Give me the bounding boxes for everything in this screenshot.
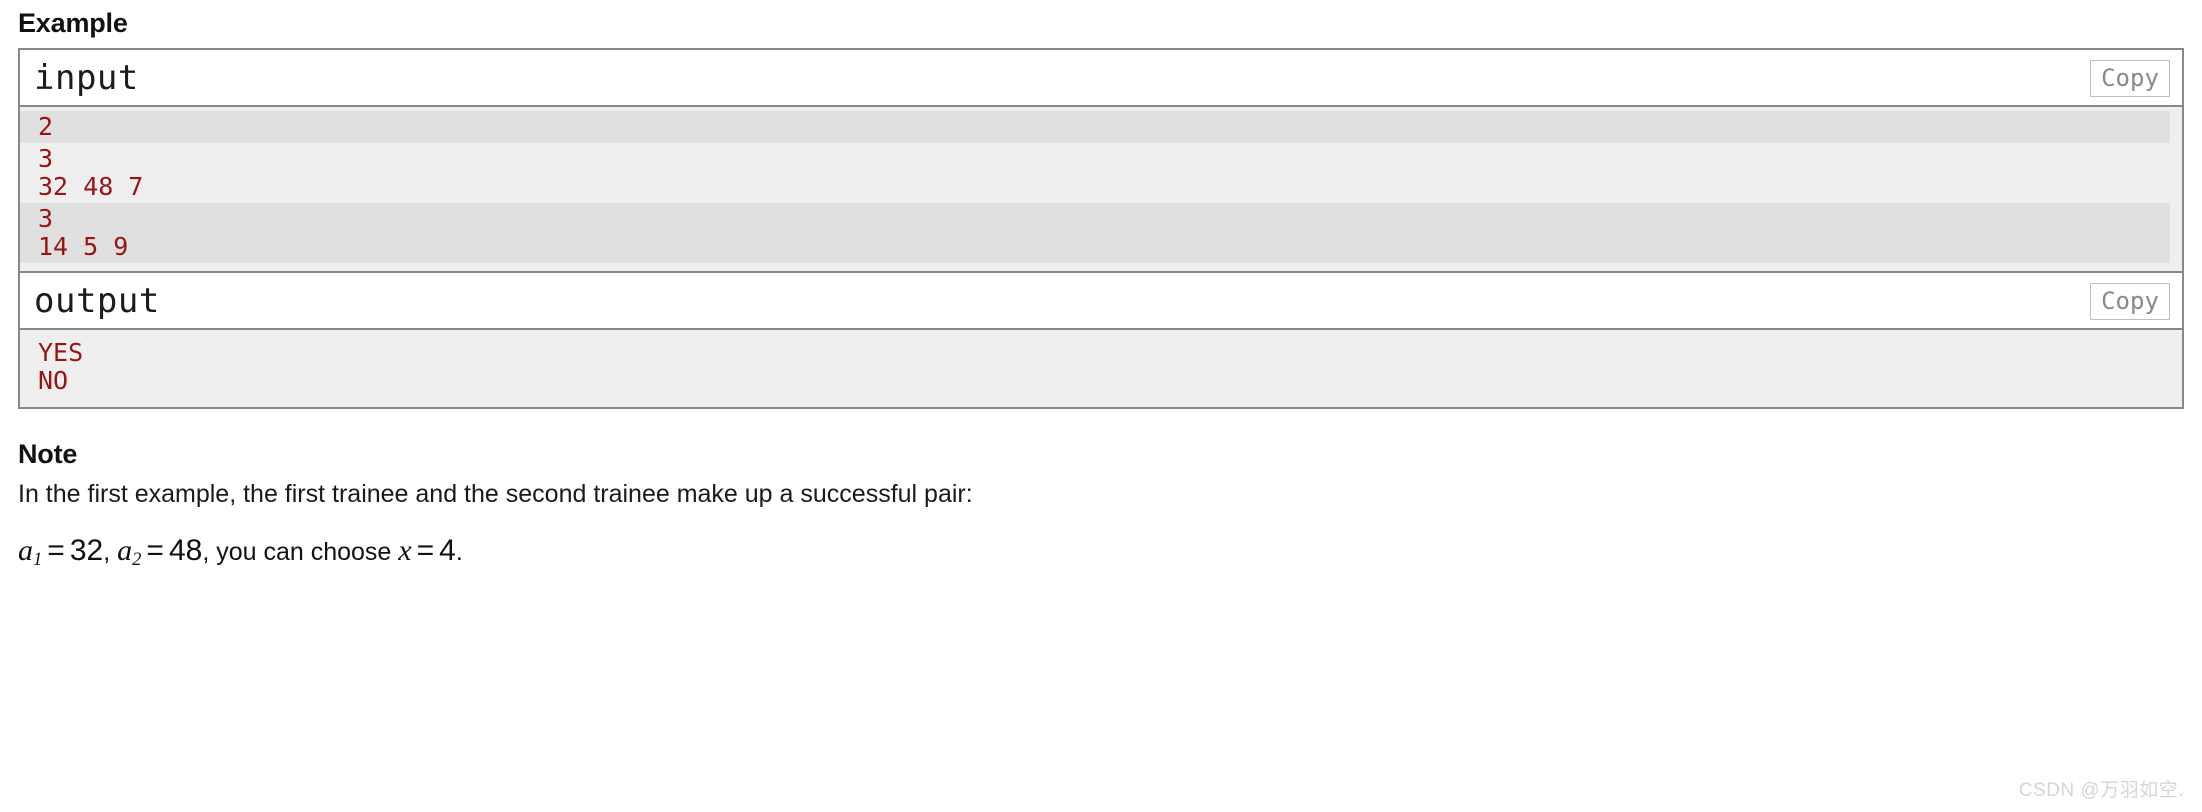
code-line: 2 <box>38 112 54 141</box>
problem-statement-page: Example input Copy 2 3 32 48 7 3 14 5 9 <box>0 0 2202 576</box>
sample-test-output-block: output Copy YES NO <box>18 271 2184 409</box>
copy-input-button[interactable]: Copy <box>2090 60 2170 97</box>
output-body: YES NO <box>20 330 2182 407</box>
sample-test-input-block: input Copy 2 3 32 48 7 3 14 5 9 <box>18 48 2184 271</box>
formula-var-a2: a2 <box>117 534 142 571</box>
csdn-watermark: CSDN @万羽如空. <box>2018 780 2184 801</box>
formula-value-4: 4 <box>439 534 456 567</box>
code-line: 32 48 7 <box>38 172 144 201</box>
formula-equals-2: = <box>146 534 164 567</box>
code-line: YES <box>38 338 84 367</box>
test-group: 3 14 5 9 <box>20 203 2170 263</box>
formula-equals-1: = <box>47 534 65 567</box>
input-header: input Copy <box>20 50 2182 107</box>
example-heading: Example <box>18 8 128 38</box>
formula-comma-1: , <box>103 538 111 566</box>
output-header: output Copy <box>20 273 2182 330</box>
input-body: 2 3 32 48 7 3 14 5 9 <box>20 107 2182 271</box>
test-group: 2 <box>20 111 2170 143</box>
note-heading: Note <box>18 439 78 469</box>
code-line: NO <box>38 366 69 395</box>
code-line: 14 5 9 <box>38 232 129 261</box>
formula-equals-3: = <box>416 534 435 567</box>
formula-period: . <box>455 538 463 566</box>
formula-text-middle: , you can choose <box>202 538 392 566</box>
formula-value-32: 32 <box>69 534 104 567</box>
note-formula: a1 = 32, a2 = 48, you can choose x = 4. <box>18 509 2184 576</box>
code-line: 3 <box>38 204 54 233</box>
output-label: output <box>34 281 160 321</box>
copy-output-button[interactable]: Copy <box>2090 283 2170 320</box>
formula-value-48: 48 <box>168 534 203 567</box>
note-paragraph: In the first example, the first trainee … <box>18 480 973 508</box>
sample-tests: input Copy 2 3 32 48 7 3 14 5 9 output C… <box>18 48 2184 409</box>
formula-var-x: x <box>398 534 412 567</box>
formula-var-a1: a1 <box>18 534 43 571</box>
test-group: 3 32 48 7 <box>20 143 2170 203</box>
code-line: 3 <box>38 144 54 173</box>
input-label: input <box>34 58 139 98</box>
